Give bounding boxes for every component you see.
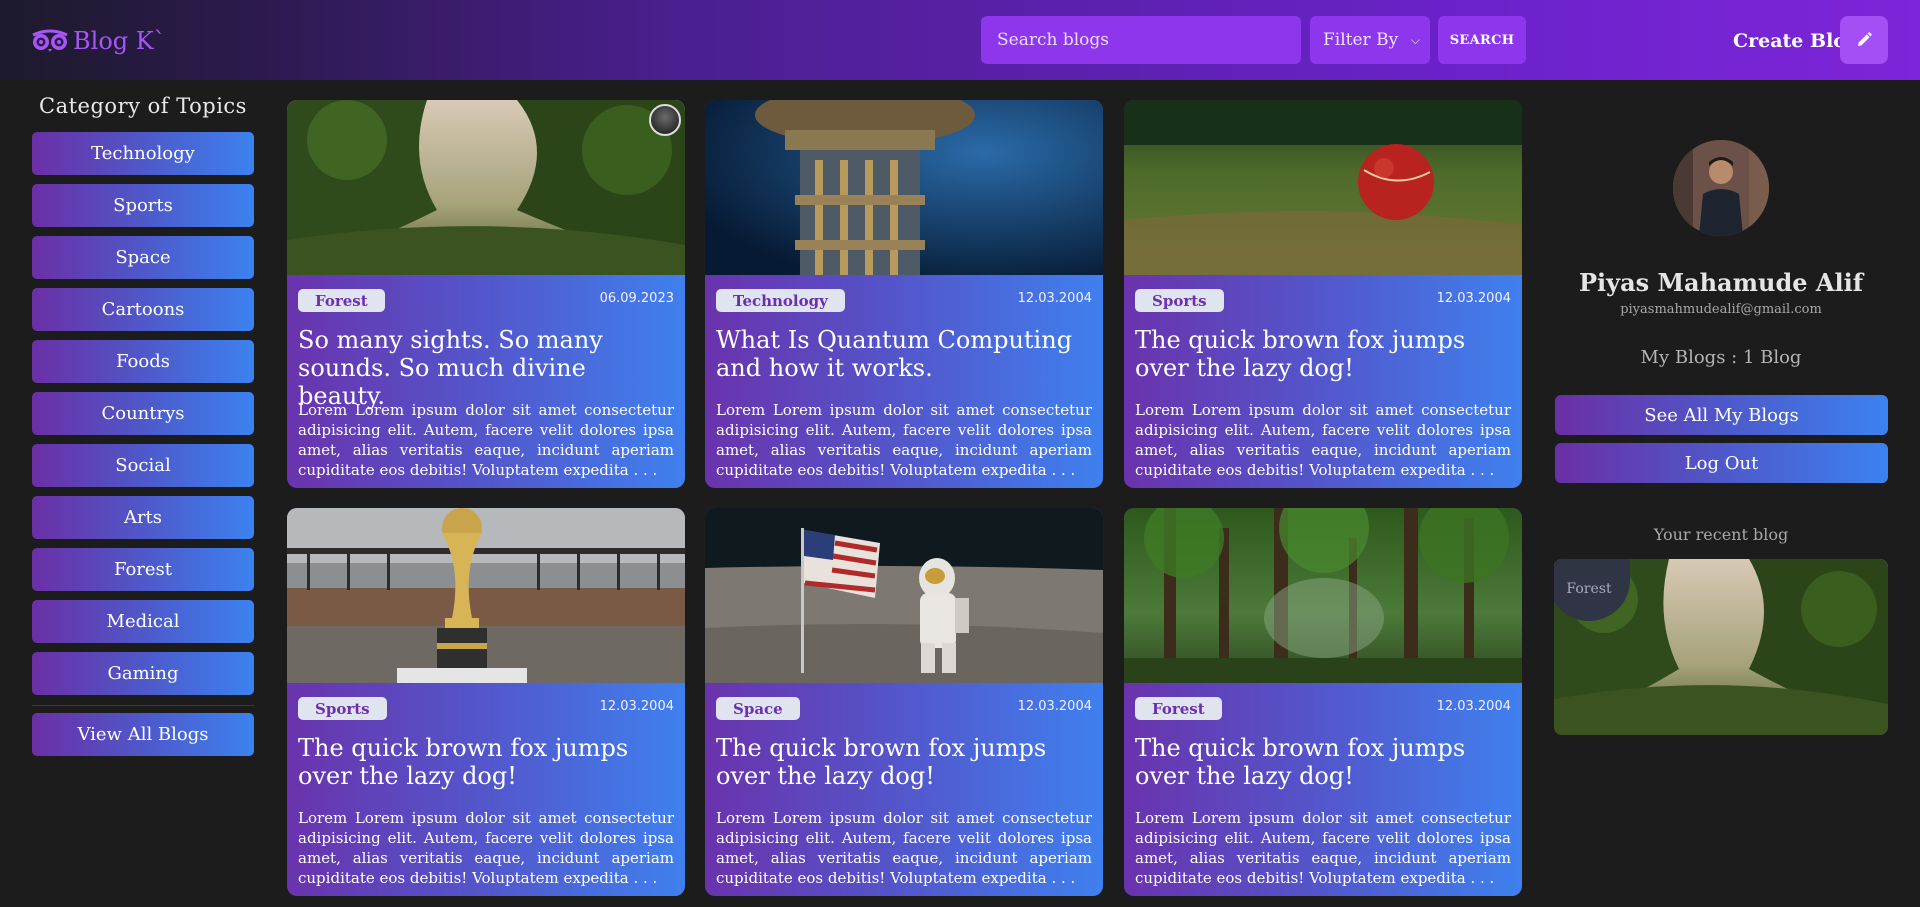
card-tag[interactable]: Forest <box>1135 697 1222 720</box>
card-tag[interactable]: Forest <box>298 289 385 312</box>
card-tag[interactable]: Space <box>716 697 800 720</box>
card-title[interactable]: The quick brown fox jumps over the lazy … <box>1135 734 1511 790</box>
site-logo[interactable]: Blog K` <box>31 23 166 59</box>
author-avatar[interactable] <box>649 104 681 136</box>
card-title[interactable]: So many sights. So many sounds. So much … <box>298 326 674 410</box>
create-blog-button[interactable] <box>1840 16 1888 64</box>
owl-glasses-icon <box>32 29 68 52</box>
card-tag[interactable]: Sports <box>298 697 387 720</box>
blog-card[interactable]: Space 12.03.2004 The quick brown fox jum… <box>705 508 1103 896</box>
category-medical[interactable]: Medical <box>32 600 254 643</box>
category-countrys[interactable]: Countrys <box>32 392 254 435</box>
top-navbar: Blog K` Filter By ⌵ SEARCH Create Blog <box>0 0 1920 80</box>
card-date: 12.03.2004 <box>599 699 674 714</box>
profile-avatar[interactable] <box>1673 140 1769 236</box>
card-title[interactable]: The quick brown fox jumps over the lazy … <box>716 734 1092 790</box>
card-excerpt: Lorem Lorem ipsum dolor sit amet consect… <box>298 401 674 479</box>
blog-card[interactable]: Technology 12.03.2004 What Is Quantum Co… <box>705 100 1103 488</box>
category-list: Technology Sports Space Cartoons Foods C… <box>32 132 254 704</box>
blog-card[interactable]: Sports 12.03.2004 The quick brown fox ju… <box>287 508 685 896</box>
category-space[interactable]: Space <box>32 236 254 279</box>
blog-count: My Blogs : 1 Blog <box>1640 347 1802 368</box>
category-cartoons[interactable]: Cartoons <box>32 288 254 331</box>
profile-photo <box>1673 140 1769 236</box>
blog-card[interactable]: Forest 06.09.2023 So many sights. So man… <box>287 100 685 488</box>
logout-button[interactable]: Log Out <box>1555 443 1888 483</box>
search-button[interactable]: SEARCH <box>1438 16 1526 64</box>
card-tag[interactable]: Technology <box>716 289 845 312</box>
card-date: 12.03.2004 <box>1436 699 1511 714</box>
sidebar-divider <box>32 705 254 706</box>
card-date: 06.09.2023 <box>599 291 674 306</box>
card-excerpt: Lorem Lorem ipsum dolor sit amet consect… <box>1135 401 1511 479</box>
view-all-blogs-button[interactable]: View All Blogs <box>32 713 254 756</box>
profile-name: Piyas Mahamude Alif <box>1578 268 1864 297</box>
card-date: 12.03.2004 <box>1436 291 1511 306</box>
category-gaming[interactable]: Gaming <box>32 652 254 695</box>
see-all-my-blogs-button[interactable]: See All My Blogs <box>1555 395 1888 435</box>
profile-email: piyasmahmudealif@gmail.com <box>1620 302 1822 317</box>
card-tag[interactable]: Sports <box>1135 289 1224 312</box>
card-title[interactable]: The quick brown fox jumps over the lazy … <box>298 734 674 790</box>
recent-blog-label: Your recent blog <box>1653 525 1789 544</box>
recent-blog-card[interactable]: Forest <box>1554 559 1888 735</box>
cricket-ball-image <box>1124 100 1522 275</box>
search-input[interactable] <box>981 16 1301 64</box>
card-excerpt: Lorem Lorem ipsum dolor sit amet consect… <box>716 809 1092 887</box>
category-title: Category of Topics <box>39 94 247 118</box>
category-arts[interactable]: Arts <box>32 496 254 539</box>
category-social[interactable]: Social <box>32 444 254 487</box>
world-cup-trophy-image <box>287 508 685 683</box>
blog-card[interactable]: Forest 12.03.2004 The quick brown fox ju… <box>1124 508 1522 896</box>
card-excerpt: Lorem Lorem ipsum dolor sit amet consect… <box>1135 809 1511 887</box>
pencil-icon <box>1858 32 1872 46</box>
category-foods[interactable]: Foods <box>32 340 254 383</box>
card-date: 12.03.2004 <box>1017 699 1092 714</box>
blog-card[interactable]: Sports 12.03.2004 The quick brown fox ju… <box>1124 100 1522 488</box>
quantum-computer-image <box>705 100 1103 275</box>
category-sports[interactable]: Sports <box>32 184 254 227</box>
card-title[interactable]: What Is Quantum Computing and how it wor… <box>716 326 1092 382</box>
chevron-down-icon: ⌵ <box>1410 32 1420 47</box>
category-forest[interactable]: Forest <box>32 548 254 591</box>
logo-text: Blog K` <box>73 27 166 55</box>
green-forest-image <box>1124 508 1522 683</box>
card-excerpt: Lorem Lorem ipsum dolor sit amet consect… <box>298 809 674 887</box>
filter-label: Filter By <box>1323 30 1399 50</box>
category-technology[interactable]: Technology <box>32 132 254 175</box>
forest-image <box>287 100 685 275</box>
card-date: 12.03.2004 <box>1017 291 1092 306</box>
filter-select[interactable]: Filter By ⌵ <box>1310 16 1430 64</box>
card-title[interactable]: The quick brown fox jumps over the lazy … <box>1135 326 1511 382</box>
moon-landing-image <box>705 508 1103 683</box>
card-excerpt: Lorem Lorem ipsum dolor sit amet consect… <box>716 401 1092 479</box>
